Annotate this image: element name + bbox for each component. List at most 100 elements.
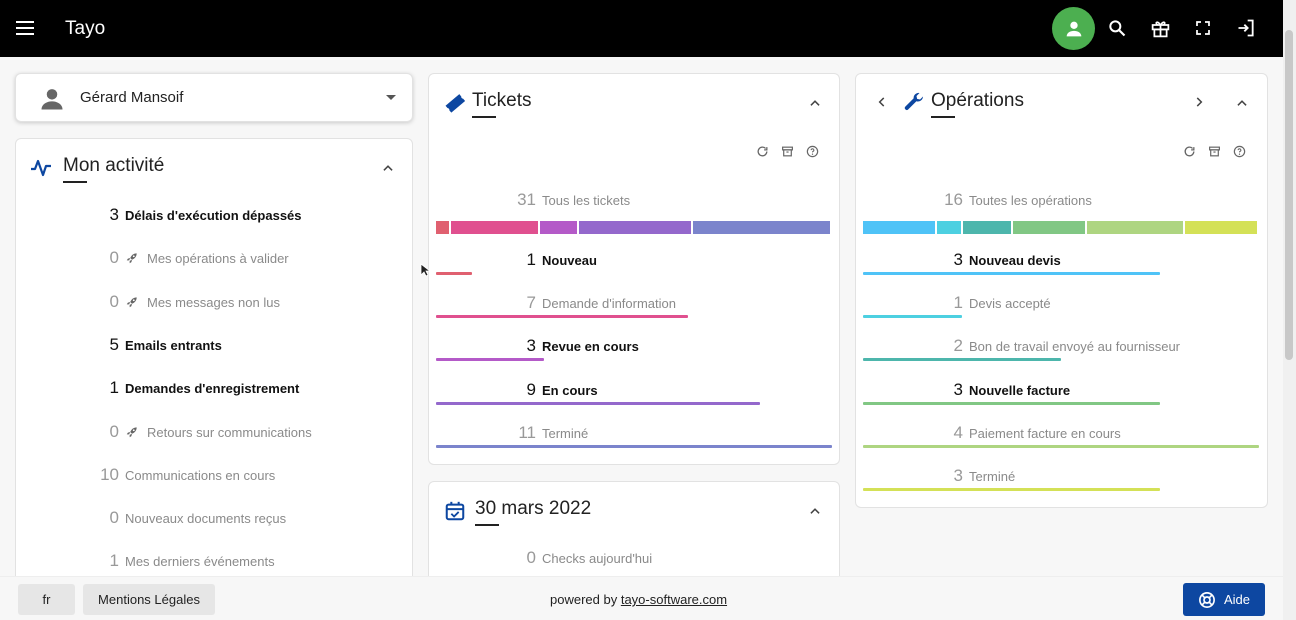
- menu-icon[interactable]: [14, 18, 36, 40]
- collapse-chevron-icon[interactable]: [381, 161, 395, 175]
- operations-row-label[interactable]: Nouveau devis: [969, 253, 1061, 268]
- activity-pulse-icon: [31, 159, 51, 177]
- activity-item-label[interactable]: Mes messages non lus: [147, 295, 280, 310]
- archive-icon[interactable]: [1207, 144, 1222, 159]
- tickets-stacked-segment[interactable]: [539, 221, 578, 234]
- ticket-icon: [445, 94, 466, 113]
- lifebuoy-icon: [1199, 591, 1215, 608]
- dropdown-caret-icon[interactable]: [386, 95, 396, 100]
- operations-row-count: 1: [953, 293, 963, 313]
- activity-item-label[interactable]: Retours sur communications: [147, 425, 312, 440]
- tickets-row-label[interactable]: Demande d'information: [542, 296, 676, 311]
- collapse-chevron-icon[interactable]: [808, 504, 822, 518]
- app-title: Tayo: [65, 18, 106, 39]
- activity-item-label[interactable]: Demandes d'enregistrement: [125, 381, 299, 396]
- operations-card: Opérations 16 Toutes les opérations 3 Nouve…: [855, 73, 1268, 508]
- calendar-title: 30 mars 2022: [475, 498, 591, 526]
- next-chevron-icon[interactable]: [1192, 95, 1206, 109]
- tickets-row-label[interactable]: Terminé: [542, 426, 588, 441]
- operations-row-bar: [863, 488, 1160, 491]
- tickets-title: Tickets: [472, 90, 531, 118]
- tickets-row-label[interactable]: Revue en cours: [542, 339, 639, 354]
- operations-total-label: Toutes les opérations: [969, 193, 1092, 208]
- collapse-chevron-icon[interactable]: [1235, 96, 1249, 110]
- activity-item-label[interactable]: Délais d'exécution dépassés: [125, 208, 302, 223]
- previous-chevron-icon[interactable]: [875, 95, 889, 109]
- operations-toolbar: [1182, 144, 1247, 159]
- tickets-row-bar: [436, 444, 832, 448]
- refresh-icon[interactable]: [755, 144, 770, 159]
- activity-item-count: 1: [109, 551, 119, 571]
- legal-notice-button[interactable]: Mentions Légales: [83, 584, 215, 615]
- footer: fr Mentions Légales powered by tayo-soft…: [0, 576, 1283, 620]
- operations-total-count: 16: [944, 190, 963, 209]
- language-button[interactable]: fr: [18, 584, 75, 615]
- operations-row-count: 3: [953, 379, 963, 399]
- operations-row-bar: [863, 315, 962, 319]
- activity-item-count: 10: [100, 464, 119, 484]
- tickets-row-count: 11: [518, 422, 536, 442]
- tickets-row-label[interactable]: Nouveau: [542, 253, 597, 268]
- calendar-row-count: 0: [526, 548, 536, 567]
- operations-stacked-segment[interactable]: [937, 221, 961, 234]
- activity-item-count: 5: [109, 334, 119, 354]
- help-circle-icon[interactable]: [805, 144, 820, 159]
- tickets-row-bar: [436, 272, 472, 275]
- activity-item-count: 0: [109, 291, 119, 311]
- operations-stacked-segment[interactable]: [1013, 221, 1085, 234]
- help-circle-icon[interactable]: [1232, 144, 1247, 159]
- tickets-row-label[interactable]: En cours: [542, 383, 598, 398]
- operations-row-label[interactable]: Devis accepté: [969, 296, 1051, 311]
- activity-item-label[interactable]: Mes derniers événements: [125, 554, 275, 569]
- operations-row-bar: [863, 272, 1160, 275]
- tickets-toolbar: [755, 144, 820, 159]
- operations-stacked-segment[interactable]: [963, 221, 1011, 234]
- operations-row-count: 4: [953, 422, 963, 442]
- calendar-check-icon: [445, 501, 465, 521]
- tickets-stacked-segment[interactable]: [450, 221, 538, 234]
- operations-stacked-segment[interactable]: [863, 221, 935, 234]
- activity-item-label[interactable]: Communications en cours: [125, 468, 275, 483]
- activity-item-count: 3: [109, 205, 119, 224]
- operations-row-label[interactable]: Nouvelle facture: [969, 383, 1070, 398]
- logout-icon[interactable]: [1235, 17, 1257, 39]
- rocket-icon: [125, 251, 139, 265]
- operations-stacked-bar: [863, 221, 1259, 234]
- operations-row-label[interactable]: Terminé: [969, 469, 1015, 484]
- powered-by-text: powered by: [550, 592, 618, 607]
- fullscreen-icon[interactable]: [1192, 17, 1214, 39]
- operations-row-bar: [863, 358, 1061, 362]
- help-button[interactable]: Aide: [1183, 583, 1265, 616]
- gift-icon[interactable]: [1149, 17, 1171, 39]
- user-select[interactable]: Gérard Mansoif: [15, 73, 413, 122]
- tickets-stacked-segment[interactable]: [436, 221, 449, 234]
- user-select-value: Gérard Mansoif: [80, 89, 184, 106]
- collapse-chevron-icon[interactable]: [808, 96, 822, 110]
- activity-item-count: 0: [109, 421, 119, 441]
- tickets-row-bar: [436, 358, 544, 362]
- search-icon[interactable]: [1106, 17, 1128, 39]
- vendor-link[interactable]: tayo-software.com: [621, 592, 727, 607]
- operations-row-count: 3: [953, 466, 963, 485]
- page-scrollbar[interactable]: [1283, 0, 1296, 620]
- tickets-card: Tickets 31 Tous les tickets 1 Nouveau 7 Deman…: [428, 73, 840, 465]
- activity-item-label[interactable]: Nouveaux documents reçus: [125, 511, 286, 526]
- operations-row-label[interactable]: Bon de travail envoyé au fournisseur: [969, 339, 1180, 354]
- activity-item-count: 0: [109, 248, 119, 268]
- activity-card: Mon activité 3 Délais d'exécution dépassé…: [15, 138, 413, 588]
- refresh-icon[interactable]: [1182, 144, 1197, 159]
- tickets-stacked-segment[interactable]: [579, 221, 692, 234]
- user-avatar-button[interactable]: [1052, 7, 1095, 50]
- operations-stacked-segment[interactable]: [1087, 221, 1183, 234]
- operations-row-bar: [863, 401, 1160, 405]
- operations-stacked-segment[interactable]: [1185, 221, 1257, 234]
- tickets-row-bar: [436, 401, 760, 405]
- scrollbar-thumb[interactable]: [1285, 30, 1293, 360]
- tickets-row-count: 3: [526, 336, 536, 356]
- calendar-card: 30 mars 2022 0 Checks aujourd'hui: [428, 481, 840, 591]
- activity-item-label[interactable]: Emails entrants: [125, 338, 222, 353]
- archive-icon[interactable]: [780, 144, 795, 159]
- operations-row-label[interactable]: Paiement facture en cours: [969, 426, 1121, 441]
- tickets-stacked-segment[interactable]: [693, 221, 831, 234]
- activity-item-label[interactable]: Mes opérations à valider: [147, 251, 289, 266]
